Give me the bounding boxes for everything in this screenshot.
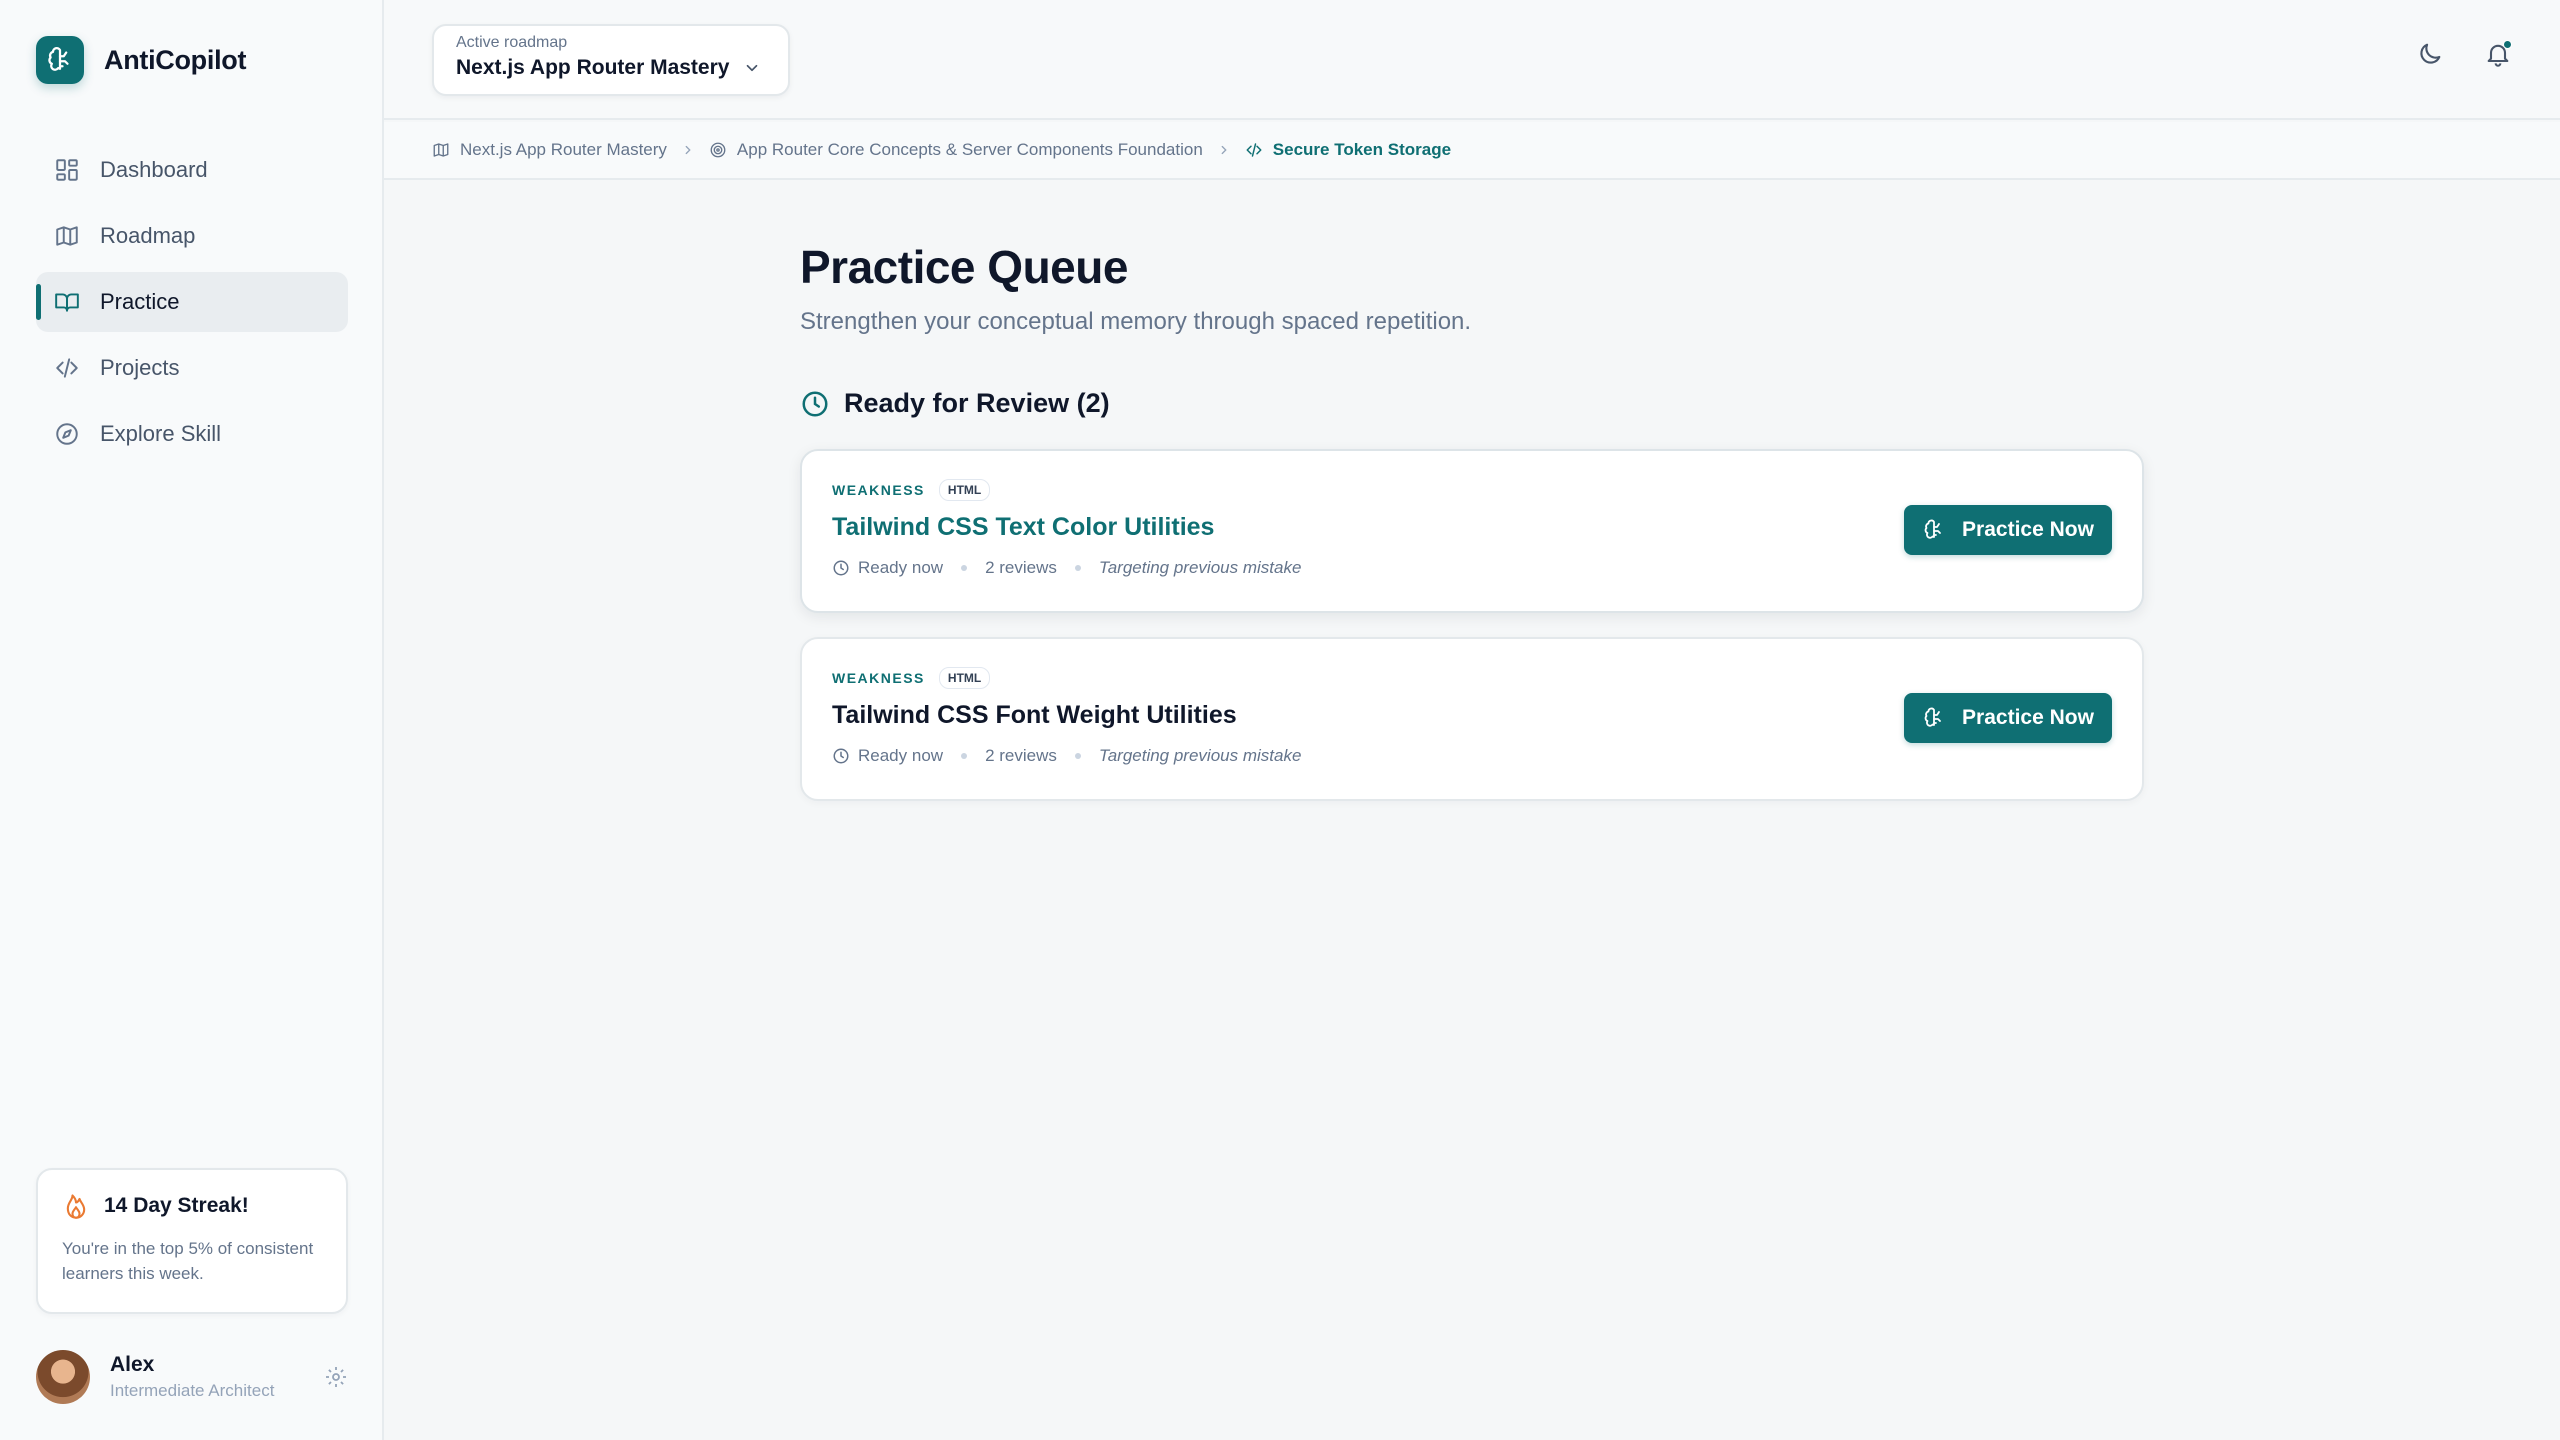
sidebar-nav: Dashboard Roadmap Practice Projects Expl… (36, 140, 348, 470)
sidebar: AntiCopilot Dashboard Roadmap Practice P… (0, 0, 384, 1440)
practice-now-button[interactable]: Practice Now (1904, 505, 2112, 555)
code-icon (1246, 143, 1262, 157)
practice-now-label: Practice Now (1962, 518, 2094, 541)
section-title: Ready for Review (2) (844, 388, 1110, 418)
chevron-right-icon (1221, 145, 1227, 155)
sidebar-item-roadmap[interactable]: Roadmap (36, 206, 348, 266)
card-note: Targeting previous mistake (1098, 746, 1302, 765)
code-icon (56, 358, 78, 378)
separator-dot (1074, 565, 1081, 571)
sidebar-item-label: Projects (100, 355, 180, 380)
breadcrumb-label: App Router Core Concepts & Server Compon… (736, 140, 1203, 159)
notification-dot (2503, 40, 2512, 49)
sidebar-item-label: Practice (100, 289, 180, 314)
clock-icon (833, 748, 849, 764)
brain-icon (1924, 707, 1941, 727)
brand[interactable]: AntiCopilot (36, 36, 246, 84)
section-header: Ready for Review (2) (800, 388, 2144, 419)
roadmap-selector[interactable]: Active roadmap Next.js App Router Master… (432, 24, 790, 96)
sidebar-item-dashboard[interactable]: Dashboard (36, 140, 348, 200)
map-icon (56, 226, 78, 246)
sidebar-item-label: Dashboard (100, 157, 208, 182)
target-icon (710, 142, 726, 158)
language-badge: HTML (938, 667, 991, 689)
sidebar-item-explore-skill[interactable]: Explore Skill (36, 404, 348, 464)
brain-logo-icon (36, 36, 84, 84)
user-profile[interactable]: Alex Intermediate Architect (36, 1350, 348, 1404)
roadmap-selector-label: Active roadmap (456, 34, 568, 51)
separator-dot (961, 565, 968, 571)
avatar (36, 1350, 90, 1404)
compass-icon (56, 423, 78, 445)
breadcrumb-label: Secure Token Storage (1272, 140, 1452, 159)
breadcrumb-item-roadmap[interactable]: Next.js App Router Mastery (432, 140, 667, 160)
clock-icon (833, 560, 849, 576)
card-status: Ready now (858, 558, 944, 577)
dashboard-icon (56, 159, 78, 181)
gear-icon[interactable] (324, 1365, 348, 1389)
page-title: Practice Queue (800, 241, 1128, 293)
chevron-down-icon (747, 64, 758, 72)
theme-toggle-button[interactable] (2416, 40, 2444, 68)
breadcrumb: Next.js App Router Mastery App Router Co… (384, 122, 2560, 180)
review-card[interactable]: WEAKNESS HTML Tailwind CSS Text Color Ut… (800, 449, 2144, 613)
streak-description: You're in the top 5% of consistent learn… (62, 1239, 314, 1283)
flame-icon (66, 1194, 86, 1219)
app-name: AntiCopilot (104, 44, 247, 75)
card-reviews: 2 reviews (985, 746, 1057, 765)
notifications-button[interactable] (2484, 40, 2512, 68)
streak-card: 14 Day Streak! You're in the top 5% of c… (36, 1168, 348, 1314)
review-card-list: WEAKNESS HTML Tailwind CSS Text Color Ut… (800, 449, 2144, 801)
breadcrumb-item-module[interactable]: App Router Core Concepts & Server Compon… (709, 140, 1203, 160)
clock-icon (802, 391, 828, 416)
sidebar-item-label: Explore Skill (100, 421, 222, 446)
breadcrumb-item-current[interactable]: Secure Token Storage (1245, 140, 1451, 160)
card-status: Ready now (858, 746, 944, 765)
card-note: Targeting previous mistake (1098, 558, 1302, 577)
main-content: Practice Queue Strengthen your conceptua… (800, 240, 2144, 825)
sidebar-item-label: Roadmap (100, 223, 196, 248)
moon-icon (2420, 43, 2441, 64)
brain-icon (1924, 519, 1941, 539)
practice-now-button[interactable]: Practice Now (1904, 693, 2112, 743)
sidebar-item-projects[interactable]: Projects (36, 338, 348, 398)
top-bar: Active roadmap Next.js App Router Master… (384, 0, 2560, 120)
card-reviews: 2 reviews (985, 558, 1057, 577)
chevron-right-icon (685, 145, 691, 155)
weakness-tag: WEAKNESS (832, 482, 925, 498)
review-card[interactable]: WEAKNESS HTML Tailwind CSS Font Weight U… (800, 637, 2144, 801)
streak-title: 14 Day Streak! (104, 1194, 249, 1217)
page-subtitle: Strengthen your conceptual memory throug… (800, 308, 1472, 335)
separator-dot (1074, 753, 1081, 759)
language-badge: HTML (938, 479, 991, 501)
user-name: Alex (110, 1353, 155, 1376)
weakness-tag: WEAKNESS (832, 670, 925, 686)
book-open-icon (55, 293, 79, 312)
practice-now-label: Practice Now (1962, 706, 2094, 729)
roadmap-selector-value: Next.js App Router Mastery (456, 56, 730, 79)
separator-dot (961, 753, 968, 759)
breadcrumb-label: Next.js App Router Mastery (460, 140, 667, 159)
user-role: Intermediate Architect (110, 1381, 275, 1400)
sidebar-item-practice[interactable]: Practice (36, 272, 348, 332)
map-icon (433, 143, 449, 157)
